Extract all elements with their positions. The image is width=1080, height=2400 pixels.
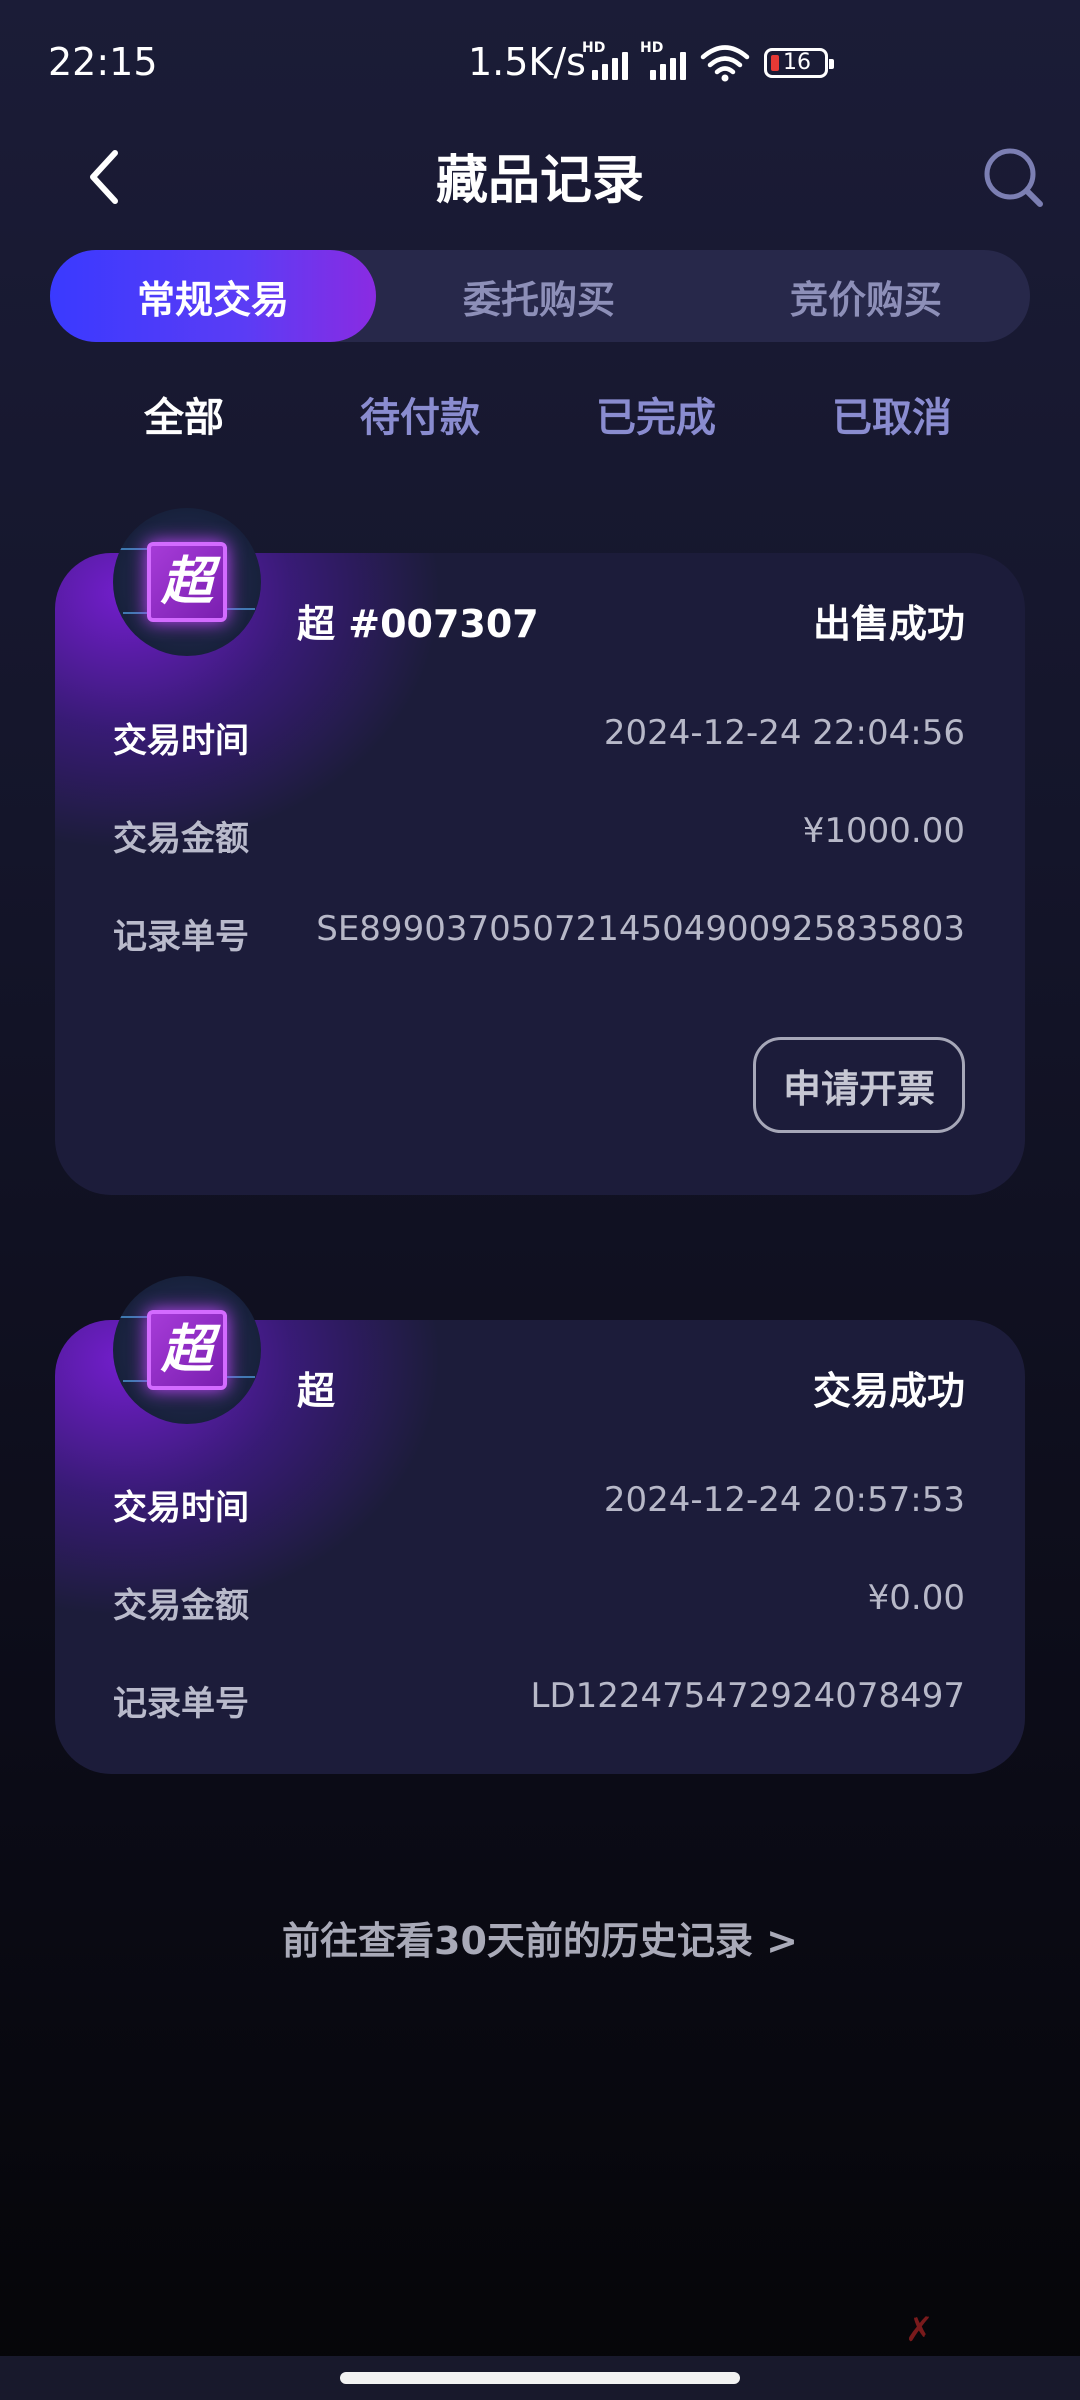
battery-icon: 16 <box>764 48 834 78</box>
trade-time-value: 2024-12-24 20:57:53 <box>603 1480 965 1520</box>
record-id-value: SE8990370507214504900925835803 <box>316 909 965 949</box>
tab-entrusted-purchase[interactable]: 委托购买 <box>376 250 702 342</box>
trade-amount-label: 交易金额 <box>113 1586 249 1626</box>
wifi-icon <box>700 45 750 82</box>
record-id-label: 记录单号 <box>113 917 249 957</box>
collectible-name: 超 #007307 <box>297 602 539 646</box>
record-id-value: LD122475472924078497 <box>530 1676 966 1716</box>
record-status: 交易成功 <box>812 1369 965 1413</box>
tab-regular-trade[interactable]: 常规交易 <box>50 250 376 342</box>
request-invoice-button[interactable]: 申请开票 <box>753 1037 965 1133</box>
search-icon <box>984 148 1043 207</box>
cell-signal-icon: HD <box>582 40 634 80</box>
collectible-thumbnail: 超 <box>113 508 261 656</box>
filter-pending-payment[interactable]: 待付款 <box>320 385 520 443</box>
trade-amount-value: ¥1000.00 <box>802 811 965 851</box>
trade-amount-label: 交易金额 <box>113 819 249 859</box>
status-bar: 22:15 1.5K/s HD HD 16 <box>0 0 1080 128</box>
history-records-link[interactable]: 前往查看30天前的历史记录 > <box>0 1910 1080 1965</box>
collectible-thumbnail: 超 <box>113 1276 261 1424</box>
record-status: 出售成功 <box>812 602 965 646</box>
filter-all[interactable]: 全部 <box>84 385 284 443</box>
trade-time-label: 交易时间 <box>113 721 249 761</box>
record-id-label: 记录单号 <box>113 1684 249 1724</box>
trade-type-tabs: 常规交易 委托购买 竞价购买 <box>50 250 1030 342</box>
watermark-logo: ✗ <box>905 2310 934 2350</box>
search-button[interactable] <box>978 142 1050 214</box>
network-speed: 1.5K/s <box>468 40 586 84</box>
trade-time-label: 交易时间 <box>113 1488 249 1528</box>
filter-cancelled[interactable]: 已取消 <box>792 385 992 443</box>
page-title: 藏品记录 <box>435 151 644 211</box>
filter-completed[interactable]: 已完成 <box>556 385 756 443</box>
status-time: 22:15 <box>48 40 158 84</box>
trade-amount-value: ¥0.00 <box>867 1578 965 1618</box>
status-filter-tabs: 全部 待付款 已完成 已取消 <box>0 385 1080 445</box>
app-header: 藏品记录 <box>0 128 1080 248</box>
cell-signal-2-icon: HD <box>640 40 692 80</box>
collectible-name: 超 <box>297 1369 336 1413</box>
home-indicator[interactable] <box>340 2372 740 2384</box>
tab-bidding-purchase[interactable]: 竞价购买 <box>702 250 1030 342</box>
trade-time-value: 2024-12-24 22:04:56 <box>603 713 965 753</box>
